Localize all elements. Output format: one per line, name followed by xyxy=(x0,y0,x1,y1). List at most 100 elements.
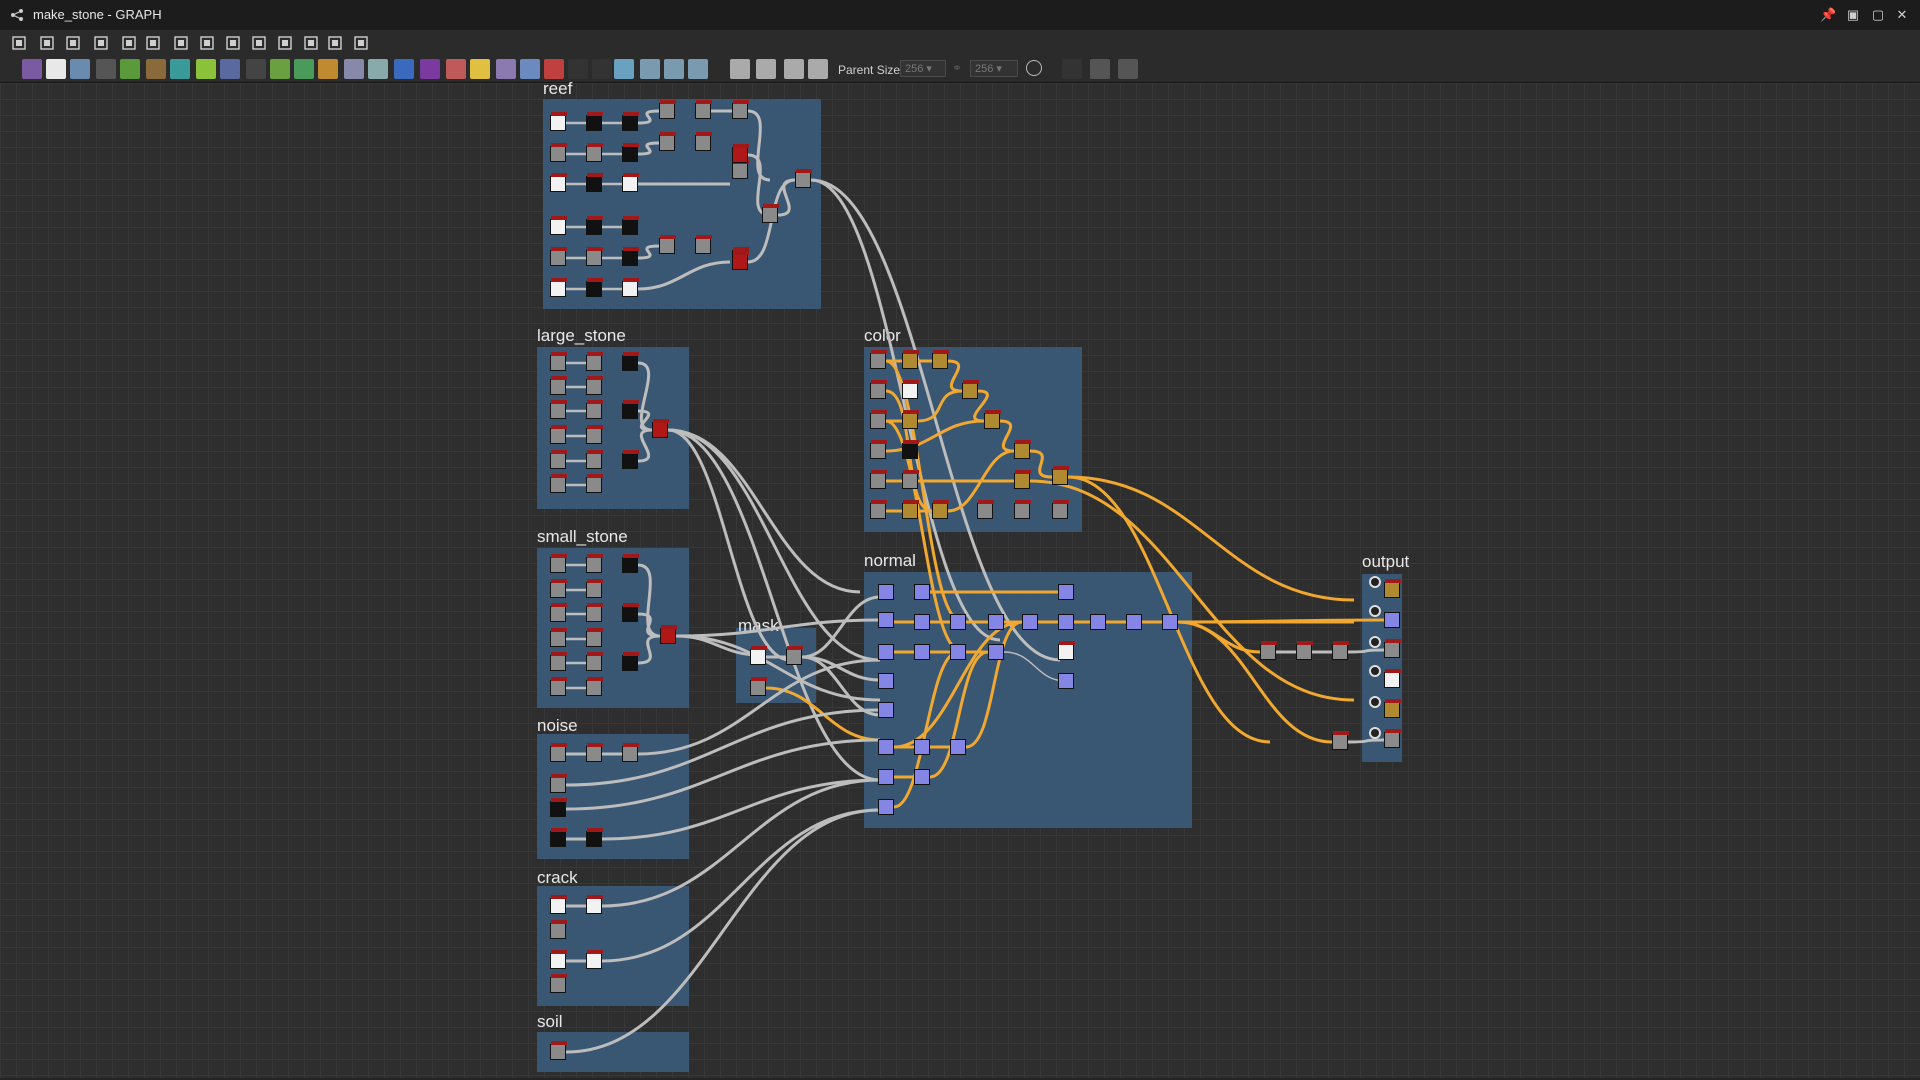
graph-node[interactable] xyxy=(878,799,894,815)
graph-node[interactable] xyxy=(550,352,567,371)
graph-node[interactable] xyxy=(550,112,567,131)
graph-node[interactable] xyxy=(732,144,749,163)
crop-icon[interactable] xyxy=(352,34,370,52)
close-icon[interactable]: ✕ xyxy=(1894,7,1910,23)
levels-icon[interactable] xyxy=(146,59,166,79)
graph-node[interactable] xyxy=(622,247,639,266)
graph-node[interactable] xyxy=(902,500,919,519)
graph-node[interactable] xyxy=(586,450,603,469)
graph-node[interactable] xyxy=(550,278,567,297)
graph-node[interactable] xyxy=(870,470,887,489)
blend-icon[interactable] xyxy=(344,59,364,79)
graph-node[interactable] xyxy=(1052,500,1069,519)
graph-node[interactable] xyxy=(586,247,603,266)
pixel-processor-icon[interactable] xyxy=(592,59,612,79)
graph-canvas[interactable]: reef large_stone small_stone noise crack soil… xyxy=(0,79,1920,1078)
graph-node[interactable] xyxy=(870,500,887,519)
pin-node-icon[interactable] xyxy=(756,59,776,79)
graph-node[interactable] xyxy=(550,798,567,817)
output-port-icon[interactable] xyxy=(1369,665,1381,677)
graph-node[interactable] xyxy=(977,500,994,519)
graph-node[interactable] xyxy=(914,614,930,630)
graph-node[interactable] xyxy=(550,376,567,395)
graph-node[interactable] xyxy=(622,278,639,297)
graph-node[interactable] xyxy=(550,554,567,573)
graph-node[interactable] xyxy=(586,652,603,671)
graph-node[interactable] xyxy=(870,410,887,429)
input-icon[interactable] xyxy=(664,59,684,79)
graph-node[interactable] xyxy=(902,440,919,459)
graph-node[interactable] xyxy=(1384,612,1400,628)
display-icon[interactable] xyxy=(326,34,344,52)
graph-node[interactable] xyxy=(586,950,603,969)
graph-node[interactable] xyxy=(1260,641,1277,660)
graph-node[interactable] xyxy=(914,769,930,785)
graph-node[interactable] xyxy=(695,235,712,254)
graph-node[interactable] xyxy=(550,950,567,969)
graph-node[interactable] xyxy=(550,774,567,793)
graph-node[interactable] xyxy=(695,100,712,119)
graph-node[interactable] xyxy=(750,677,767,696)
warp-icon[interactable] xyxy=(170,59,190,79)
graph-node[interactable] xyxy=(1384,699,1401,718)
graph-node[interactable] xyxy=(1090,614,1106,630)
graph-node[interactable] xyxy=(1052,466,1069,485)
fxmap-icon[interactable] xyxy=(568,59,588,79)
emboss-icon[interactable] xyxy=(446,59,466,79)
output-port-icon[interactable] xyxy=(1369,727,1381,739)
graph-node[interactable] xyxy=(586,143,603,162)
graph-node[interactable] xyxy=(622,450,639,469)
curve-icon[interactable] xyxy=(220,59,240,79)
bitmap-icon[interactable] xyxy=(22,59,42,79)
graph-node[interactable] xyxy=(622,352,639,371)
graph-node[interactable] xyxy=(988,644,1004,660)
graph-node[interactable] xyxy=(870,350,887,369)
frame-all-icon[interactable] xyxy=(10,34,28,52)
graph-node[interactable] xyxy=(652,419,669,438)
graph-node[interactable] xyxy=(1058,584,1074,600)
graph-node[interactable] xyxy=(550,895,567,914)
graph-node[interactable] xyxy=(659,235,676,254)
graph-node[interactable] xyxy=(622,216,639,235)
graph-node[interactable] xyxy=(550,652,567,671)
refresh-icon[interactable] xyxy=(276,34,294,52)
graph-node[interactable] xyxy=(586,677,603,696)
graph-node[interactable] xyxy=(1296,641,1313,660)
graph-node[interactable] xyxy=(902,470,919,489)
output-size-combo[interactable]: 256 ▾ xyxy=(970,60,1018,77)
graph-node[interactable] xyxy=(550,400,567,419)
search-icon[interactable] xyxy=(120,34,138,52)
graph-node[interactable] xyxy=(1332,641,1349,660)
graph-node[interactable] xyxy=(1014,500,1031,519)
graph-node[interactable] xyxy=(659,100,676,119)
graph-node[interactable] xyxy=(550,143,567,162)
gradient-icon[interactable] xyxy=(120,59,140,79)
hsl-icon[interactable] xyxy=(394,59,414,79)
graph-node[interactable] xyxy=(550,425,567,444)
blur-icon[interactable] xyxy=(96,59,116,79)
graph-node[interactable] xyxy=(1058,641,1075,660)
graph-node[interactable] xyxy=(988,614,1004,630)
shape-icon[interactable] xyxy=(496,59,516,79)
grid-icon[interactable] xyxy=(270,59,290,79)
graph-node[interactable] xyxy=(586,554,603,573)
graph-node[interactable] xyxy=(550,216,567,235)
anchor-icon[interactable] xyxy=(808,59,828,79)
graph-node[interactable] xyxy=(550,677,567,696)
graph-node[interactable] xyxy=(622,173,639,192)
text-icon[interactable] xyxy=(470,59,490,79)
graph-node[interactable] xyxy=(962,380,979,399)
hierarchy-icon[interactable] xyxy=(172,34,190,52)
value-processor-icon[interactable] xyxy=(614,59,634,79)
function-icon[interactable] xyxy=(640,59,660,79)
graph-node[interactable] xyxy=(878,644,894,660)
graph-node[interactable] xyxy=(586,579,603,598)
transform-icon[interactable] xyxy=(196,59,216,79)
dot-icon[interactable] xyxy=(1062,59,1082,79)
graph-node[interactable] xyxy=(795,169,812,188)
graph-node[interactable] xyxy=(622,743,639,762)
graph-node[interactable] xyxy=(622,554,639,573)
graph-node[interactable] xyxy=(732,251,749,270)
graph-node[interactable] xyxy=(586,278,603,297)
graph-node[interactable] xyxy=(1126,614,1142,630)
